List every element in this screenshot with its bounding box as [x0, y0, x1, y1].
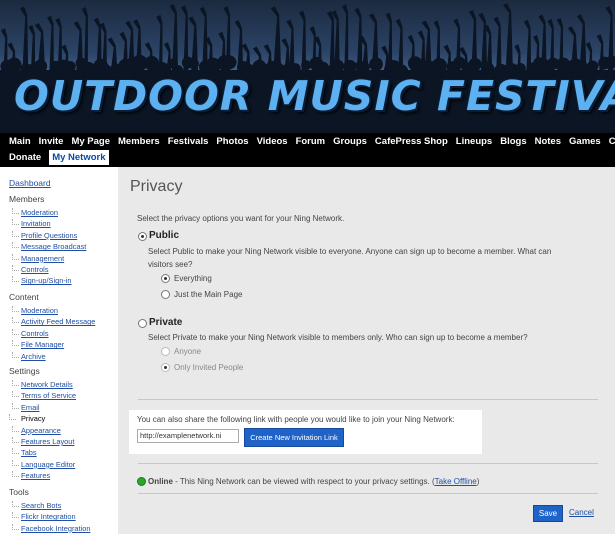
page-title: Privacy — [130, 178, 183, 195]
nav-my-page[interactable]: My Page — [71, 136, 110, 147]
public-description: Select Public to make your Ning Network … — [148, 247, 552, 256]
admin-sidebar: Dashboard Members Moderation Invitation Prof… — [0, 167, 118, 534]
site-title[interactable]: OUTDOOR MUSIC FESTIVALS — [14, 72, 615, 120]
nav-lineups[interactable]: Lineups — [456, 136, 492, 147]
sidebar-item-search-bots[interactable]: Search Bots — [11, 501, 61, 510]
nav-videos[interactable]: Videos — [257, 136, 288, 147]
everything-radio[interactable] — [161, 274, 170, 283]
take-offline-link[interactable]: Take Offline — [435, 477, 477, 486]
sidebar-item-controls[interactable]: Controls — [12, 265, 49, 274]
sidebar-item-invitation[interactable]: Invitation — [12, 219, 51, 228]
only-invited-radio[interactable] — [161, 363, 170, 372]
status-line: Online - This Ning Network can be viewed… — [148, 477, 479, 486]
divider — [138, 463, 598, 464]
nav-my-network[interactable]: My Network — [49, 150, 109, 165]
sidebar-item-sign-up-sign-in[interactable]: Sign-up/Sign-in — [12, 276, 72, 285]
sidebar-heading-settings: Settings — [9, 366, 40, 376]
nav-festivals[interactable]: Festivals — [168, 136, 209, 147]
sidebar-item-email[interactable]: Email — [11, 402, 39, 412]
sidebar-item-controls[interactable]: Controls — [12, 328, 49, 338]
sidebar-heading-content: Content — [9, 292, 39, 302]
nav-members[interactable]: Members — [118, 136, 160, 147]
nav-main[interactable]: Main — [9, 136, 31, 147]
anyone-label: Anyone — [174, 347, 202, 356]
sidebar-dashboard-link[interactable]: Dashboard — [9, 178, 51, 188]
main-page-only-label: Just the Main Page — [174, 290, 243, 299]
intro-text: Select the privacy options you want for … — [137, 214, 345, 223]
cancel-link[interactable]: Cancel — [569, 508, 594, 517]
everything-label: Everything — [174, 274, 212, 283]
sidebar-item-moderation[interactable]: Moderation — [12, 306, 58, 315]
sidebar-item-profile-questions[interactable]: Profile Questions — [11, 230, 77, 240]
sidebar-heading-tools: Tools — [9, 487, 29, 497]
nav-chat[interactable]: Chat — [609, 136, 615, 147]
nav-blogs[interactable]: Blogs — [500, 136, 526, 147]
private-radio[interactable] — [138, 319, 147, 328]
save-button[interactable]: Save — [533, 505, 563, 522]
private-description: Select Private to make your Ning Network… — [148, 333, 528, 342]
sidebar-item-network-details[interactable]: Network Details — [12, 380, 73, 389]
main-navigation: Main Invite My Page Members Festivals Photos V… — [0, 133, 615, 167]
public-radio[interactable] — [138, 232, 147, 241]
divider — [138, 399, 598, 400]
create-invitation-link-button[interactable]: Create New Invitation Link — [244, 428, 344, 447]
status-label: Online — [148, 477, 173, 486]
nav-games[interactable]: Games — [569, 136, 601, 147]
status-close: ) — [476, 477, 480, 486]
share-text: You can also share the following link wi… — [137, 415, 455, 424]
nav-cafepress-shop[interactable]: CafePress Shop — [375, 136, 448, 147]
status-text: - This Ning Network can be viewed with r… — [172, 477, 435, 486]
sidebar-item-language-editor[interactable]: Language Editor — [11, 459, 75, 469]
public-label: Public — [149, 230, 180, 241]
nav-groups[interactable]: Groups — [333, 136, 367, 147]
invitation-link-box: You can also share the following link wi… — [129, 410, 482, 454]
sidebar-item-tabs[interactable]: Tabs — [12, 448, 37, 457]
sidebar-item-facebook-integration[interactable]: Facebook Integration — [11, 523, 90, 533]
nav-row-2: Donate My Network — [9, 150, 117, 165]
nav-photos[interactable]: Photos — [216, 136, 248, 147]
invitation-link-field[interactable]: http://examplenetwork.ni — [137, 429, 239, 443]
sidebar-item-file-manager[interactable]: File Manager — [11, 340, 64, 349]
sidebar-item-features-layout[interactable]: Features Layout — [11, 437, 74, 446]
sidebar-item-terms-of-service[interactable]: Terms of Service — [11, 391, 76, 400]
sidebar-item-management[interactable]: Management — [11, 253, 64, 263]
public-description-cont: visitors see? — [148, 260, 193, 269]
nav-row-1: Main Invite My Page Members Festivals Photos V… — [9, 136, 615, 147]
only-invited-label: Only Invited People — [174, 363, 244, 372]
sidebar-item-archive[interactable]: Archive — [12, 351, 46, 361]
nav-notes[interactable]: Notes — [535, 136, 561, 147]
sidebar-item-privacy[interactable]: Privacy — [8, 414, 49, 424]
sidebar-heading-members: Members — [9, 194, 45, 204]
private-label: Private — [149, 317, 183, 328]
sidebar-item-appearance[interactable]: Appearance — [12, 425, 61, 435]
header-banner: OUTDOOR MUSIC FESTIVALS — [0, 0, 615, 133]
sidebar-item-flickr-integration[interactable]: Flickr Integration — [12, 512, 76, 521]
sidebar-item-message-broadcast[interactable]: Message Broadcast — [11, 242, 86, 251]
sidebar-item-moderation[interactable]: Moderation — [12, 208, 58, 217]
online-status-icon — [137, 477, 146, 486]
sidebar-item-activity-feed-message[interactable]: Activity Feed Message — [11, 317, 95, 326]
sidebar-item-features[interactable]: Features — [11, 471, 50, 480]
divider — [138, 493, 598, 494]
main-page-only-radio[interactable] — [161, 290, 170, 299]
nav-forum[interactable]: Forum — [296, 136, 326, 147]
privacy-panel: Privacy Select the privacy options you w… — [118, 167, 615, 534]
anyone-radio[interactable] — [161, 347, 170, 356]
nav-donate[interactable]: Donate — [9, 152, 41, 163]
nav-invite[interactable]: Invite — [39, 136, 64, 147]
